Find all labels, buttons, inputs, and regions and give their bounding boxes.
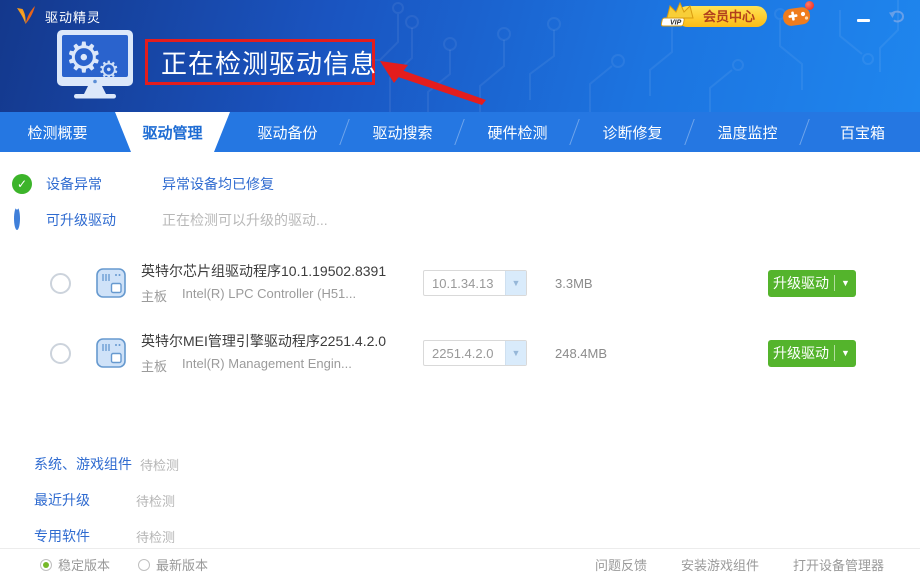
driver-size: 248.4MB [555,346,645,361]
pending-status: 待检测 [136,527,175,546]
pending-section-list: 系统、游戏组件 待检测 最近升级 待检测 专用软件 待检测 [0,446,920,554]
app-title: 驱动精灵 [45,7,101,26]
driver-category: 主板 [141,356,167,375]
radio-selected-icon [40,559,52,571]
version-dropdown[interactable]: 10.1.34.13 ▼ [423,270,527,296]
driver-device: Intel(R) Management Engin... [182,356,352,375]
banner-highlight-box: 正在检测驱动信息 [145,39,375,85]
tab-detection-summary[interactable]: 检测概要 [0,112,115,152]
chevron-down-icon[interactable]: ▼ [835,348,856,358]
minimize-icon[interactable] [857,10,870,22]
pending-label: 系统、游戏组件 [34,454,132,474]
chevron-down-icon[interactable]: ▼ [505,341,526,365]
open-device-manager-link[interactable]: 打开设备管理器 [793,555,884,574]
pending-label: 专用软件 [34,526,128,546]
radio-label: 稳定版本 [58,555,110,574]
status-label: 可升级驱动 [46,210,132,230]
driver-select-radio[interactable] [50,273,71,294]
vip-member-center-button[interactable]: VIP 会员中心 [661,5,767,27]
chipset-device-icon [95,337,127,369]
spinner-icon [14,207,20,230]
pending-status: 待检测 [140,455,179,474]
main-content: ✓ 设备异常 异常设备均已修复 可升级驱动 正在检测可以升级的驱动... 英特尔… [0,152,920,548]
driver-category: 主板 [141,286,167,305]
driver-size: 3.3MB [555,276,645,291]
tab-diagnostic-repair[interactable]: 诊断修复 [575,112,690,152]
driver-row-intel-chipset: 英特尔芯片组驱动程序10.1.19502.8391 主板 Intel(R) LP… [0,248,920,318]
status-detail: 正在检测可以升级的驱动... [162,210,328,230]
driver-device: Intel(R) LPC Controller (H51... [182,286,356,305]
driver-row-intel-mei: 英特尔MEI管理引擎驱动程序2251.4.2.0 主板 Intel(R) Man… [0,318,920,388]
radio-label: 最新版本 [156,555,208,574]
tab-driver-management[interactable]: 驱动管理 [115,112,230,152]
status-detail: 异常设备均已修复 [162,174,274,194]
tab-hardware-detection[interactable]: 硬件检测 [460,112,575,152]
upgrade-driver-button[interactable]: 升级驱动 ▼ [768,340,856,367]
version-value: 10.1.34.13 [424,276,505,291]
footer-bar: 稳定版本 最新版本 问题反馈 安装游戏组件 打开设备管理器 [0,548,920,580]
status-list: ✓ 设备异常 异常设备均已修复 可升级驱动 正在检测可以升级的驱动... [0,152,920,238]
stable-version-radio[interactable]: 稳定版本 [34,555,110,574]
status-row-device-abnormal: ✓ 设备异常 异常设备均已修复 [0,166,920,202]
pending-status: 待检测 [136,491,175,510]
vip-crown-icon: VIP [661,2,697,28]
chevron-down-icon[interactable]: ▼ [835,278,856,288]
svg-text:⚙: ⚙ [65,33,103,82]
chevron-down-icon[interactable]: ▼ [505,271,526,295]
main-tabbar: 检测概要 驱动管理 驱动备份 驱动搜索 硬件检测 诊断修复 温度监控 百宝箱 [0,112,920,152]
check-circle-icon: ✓ [12,174,32,194]
tab-temperature-monitor[interactable]: 温度监控 [690,112,805,152]
install-game-components-link[interactable]: 安装游戏组件 [681,555,759,574]
tab-toolbox[interactable]: 百宝箱 [805,112,920,152]
version-value: 2251.4.2.0 [424,346,505,361]
detecting-monitor-icon: ⚙ ⚙ [52,28,142,100]
tab-driver-backup[interactable]: 驱动备份 [230,112,345,152]
version-dropdown[interactable]: 2251.4.2.0 ▼ [423,340,527,366]
pending-label: 最近升级 [34,490,128,510]
upgrade-button-label: 升级驱动 [768,273,834,293]
upgrade-driver-button[interactable]: 升级驱动 ▼ [768,270,856,297]
latest-version-radio[interactable]: 最新版本 [132,555,208,574]
pending-row-system-game-components: 系统、游戏组件 待检测 [0,446,920,482]
radio-unselected-icon [138,559,150,571]
status-row-upgradable-drivers: 可升级驱动 正在检测可以升级的驱动... [0,202,920,238]
titlebar: 驱动精灵 VIP 会员中心 [0,0,920,32]
vip-text: VIP [670,20,682,27]
banner-text: 正在检测驱动信息 [161,44,377,81]
upgrade-button-label: 升级驱动 [768,343,834,363]
driver-title: 英特尔MEI管理引擎驱动程序2251.4.2.0 [141,332,423,351]
notification-dot [805,1,814,10]
chipset-device-icon [95,267,127,299]
driver-select-radio[interactable] [50,343,71,364]
pending-row-recent-upgrades: 最近升级 待检测 [0,482,920,518]
app-logo: 驱动精灵 [14,5,101,27]
menu-icon[interactable] [827,10,843,22]
undo-icon[interactable] [888,9,906,24]
app-header: 驱动精灵 VIP 会员中心 [0,0,920,112]
svg-text:⚙: ⚙ [98,56,120,84]
logo-icon [14,5,38,27]
status-label: 设备异常 [46,174,132,194]
driver-list: 英特尔芯片组驱动程序10.1.19502.8391 主板 Intel(R) LP… [0,248,920,388]
driver-title: 英特尔芯片组驱动程序10.1.19502.8391 [141,262,423,281]
tab-driver-search[interactable]: 驱动搜索 [345,112,460,152]
annotation-arrow [378,56,490,108]
gamepad-icon[interactable] [781,3,813,29]
feedback-link[interactable]: 问题反馈 [595,555,647,574]
